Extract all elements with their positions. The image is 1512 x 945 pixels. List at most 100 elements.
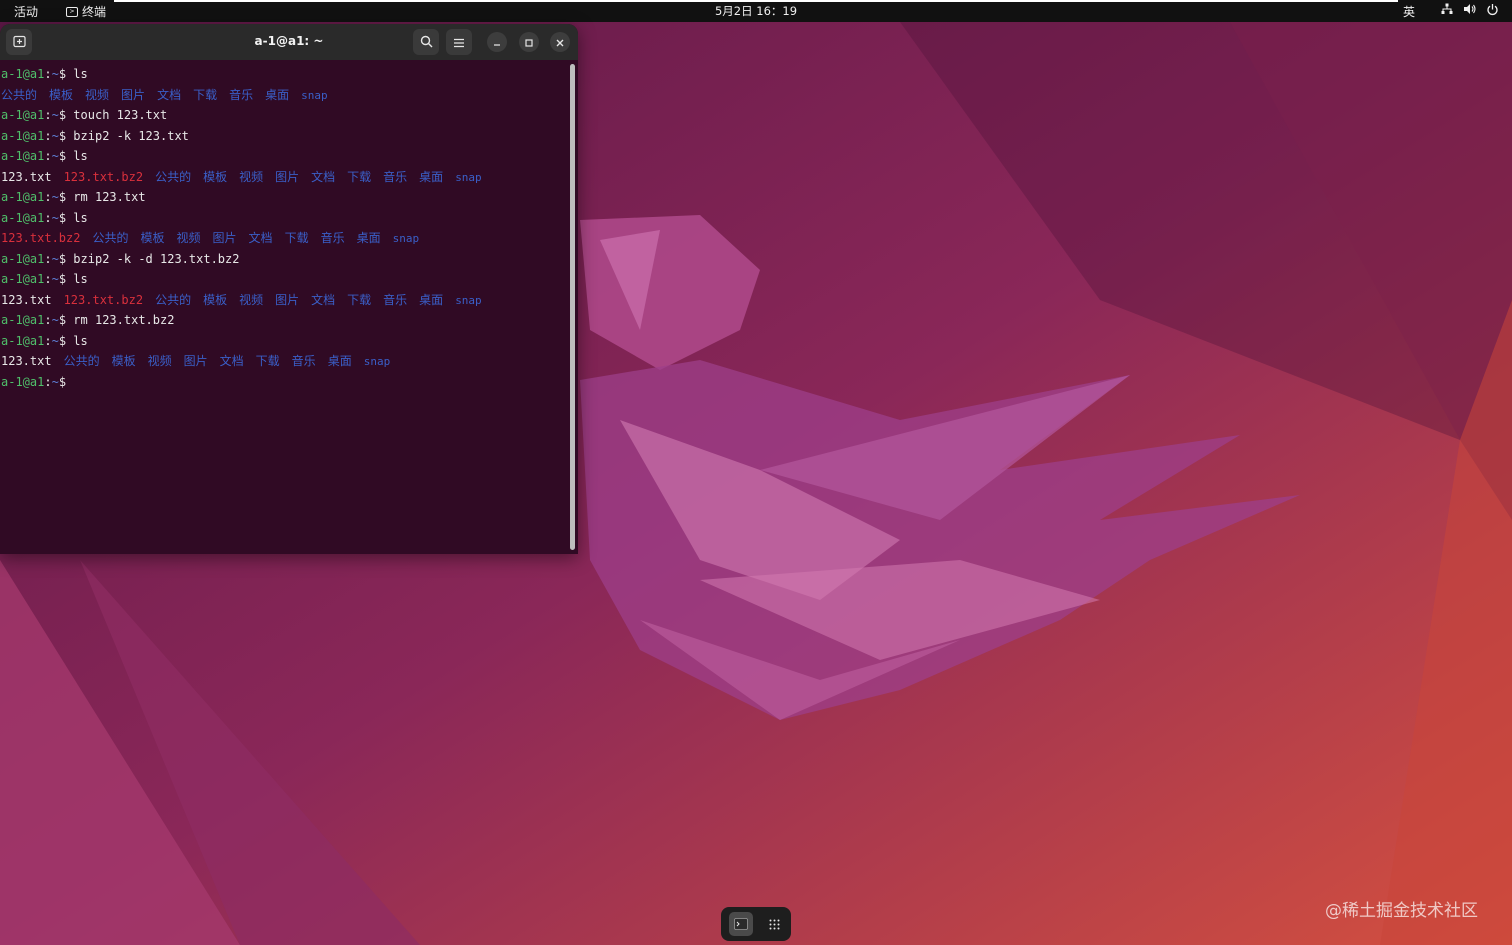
terminal-command-line: a-1@a1:~$ bzip2 -k -d 123.txt.bz2 (0, 249, 568, 270)
directory-entry: 桌面 (419, 169, 444, 184)
prompt-separator: : (44, 67, 52, 81)
directory-entry: 音乐 (383, 292, 408, 307)
terminal-command-line: a-1@a1:~$ ls (0, 64, 568, 85)
maximize-icon (524, 33, 534, 52)
terminal-window[interactable]: a-1@a1: ~ a-1@a1:~$ ls 公共的 模板 视频 图片 文档 下… (0, 24, 578, 554)
terminal-icon[interactable] (729, 912, 753, 936)
clock[interactable]: 5月2日 16：19 (0, 3, 1512, 19)
directory-entry: 视频 (85, 87, 110, 102)
directory-entry: 图片 (121, 87, 146, 102)
directory-entry: 图片 (275, 169, 300, 184)
prompt-separator: : (44, 272, 52, 286)
file-entry: 123.txt (1, 169, 52, 184)
directory-entry: 文档 (219, 354, 244, 368)
directory-entry: 公共的 (63, 354, 100, 368)
terminal-command-line: a-1@a1:~$ rm 123.txt.bz2 (0, 310, 568, 331)
ls-output-line: 123.txt 123.txt.bz2 公共的 模板 视频 图片 文档 下载 音乐 桌面 snap (0, 167, 568, 188)
prompt-directory: ~ (51, 210, 59, 225)
command-text: ls (73, 272, 88, 286)
directory-entry: snap (301, 88, 328, 102)
hamburger-menu-button[interactable] (446, 29, 472, 55)
ls-output-line: 123.txt 公共的 模板 视频 图片 文档 下载 音乐 桌面 snap (0, 351, 568, 372)
prompt-directory: ~ (51, 128, 59, 143)
prompt-separator: : (44, 108, 52, 122)
terminal-command-line: a-1@a1:~$ touch 123.txt (0, 105, 568, 126)
prompt-directory: ~ (51, 190, 59, 204)
command-text: touch 123.txt (73, 108, 168, 122)
directory-entry: 下载 (255, 354, 280, 368)
directory-entry: 文档 (157, 87, 182, 102)
prompt-symbol: $ (58, 333, 67, 348)
directory-entry: 下载 (347, 292, 372, 307)
power-icon[interactable] (1486, 3, 1499, 19)
directory-entry: 下载 (284, 231, 309, 245)
command-text: rm 123.txt (73, 190, 146, 204)
terminal-command-line: a-1@a1:~$ ls (0, 269, 568, 290)
top-bar-progress-line (114, 0, 1398, 2)
directory-entry: 桌面 (265, 87, 290, 102)
directory-entry: 文档 (311, 292, 336, 307)
desktop: 活动 > 终端 5月2日 16：19 英 a-1@a1: ~ a-1@a1:~$… (0, 0, 1512, 945)
prompt-directory: ~ (51, 333, 59, 348)
directory-entry: 模板 (203, 169, 228, 184)
ls-output-line: 123.txt 123.txt.bz2 公共的 模板 视频 图片 文档 下载 音乐 桌面 snap (0, 290, 568, 311)
prompt-user: a-1@a1 (1, 272, 45, 286)
prompt-directory: ~ (51, 272, 59, 286)
network-icon[interactable] (1441, 3, 1453, 18)
prompt-directory: ~ (51, 149, 59, 163)
directory-entry: 公共的 (155, 169, 192, 184)
prompt-directory: ~ (51, 251, 59, 266)
input-method-indicator[interactable]: 英 (1403, 3, 1415, 20)
volume-icon[interactable] (1463, 3, 1477, 18)
file-entry: 123.txt.bz2 (63, 292, 144, 307)
prompt-separator: : (44, 374, 52, 389)
minimize-button[interactable] (487, 32, 507, 52)
terminal-scrollbar[interactable] (570, 64, 575, 550)
directory-entry: 模板 (203, 292, 228, 307)
prompt-symbol: $ (58, 67, 67, 81)
prompt-symbol: $ (58, 128, 67, 143)
directory-entry: 视频 (176, 231, 201, 245)
prompt-user: a-1@a1 (1, 190, 45, 204)
directory-entry: 文档 (311, 169, 336, 184)
ls-output-line: 123.txt.bz2 公共的 模板 视频 图片 文档 下载 音乐 桌面 snap (0, 228, 568, 249)
prompt-symbol: $ (58, 190, 67, 204)
top-bar: 活动 > 终端 5月2日 16：19 英 (0, 0, 1512, 22)
directory-entry: 音乐 (291, 354, 316, 368)
directory-entry: 图片 (183, 354, 208, 368)
command-text: ls (73, 210, 88, 225)
prompt-directory: ~ (51, 313, 59, 327)
show-apps-icon[interactable] (762, 912, 786, 936)
prompt-user: a-1@a1 (1, 67, 45, 81)
directory-entry: snap (455, 170, 482, 184)
directory-entry: 公共的 (155, 292, 192, 307)
command-text: ls (73, 67, 88, 81)
directory-entry: 模板 (111, 354, 136, 368)
terminal-command-line: a-1@a1:~$ ls (0, 208, 568, 229)
directory-entry: snap (392, 232, 420, 245)
terminal-command-line: a-1@a1:~$ rm 123.txt (0, 187, 568, 208)
prompt-directory: ~ (51, 67, 59, 81)
file-entry: 123.txt.bz2 (1, 231, 81, 245)
maximize-button[interactable] (519, 32, 539, 52)
directory-entry: 图片 (275, 292, 300, 307)
watermark: @稀土掘金技术社区 (1325, 901, 1478, 921)
directory-entry: 图片 (212, 231, 237, 245)
terminal-header-bar[interactable]: a-1@a1: ~ (0, 24, 578, 60)
prompt-user: a-1@a1 (1, 333, 45, 348)
directory-entry: 公共的 (1, 87, 38, 102)
terminal-output[interactable]: a-1@a1:~$ ls 公共的 模板 视频 图片 文档 下载 音乐 桌面 snap a-1@a1:… (0, 64, 568, 554)
prompt-user: a-1@a1 (1, 149, 45, 163)
prompt-separator: : (44, 128, 52, 143)
close-button[interactable] (550, 32, 570, 52)
directory-entry: 桌面 (419, 292, 444, 307)
command-text: rm 123.txt.bz2 (73, 313, 175, 327)
prompt-directory: ~ (51, 374, 59, 389)
hamburger-menu-icon (453, 33, 465, 52)
minimize-icon (492, 33, 502, 52)
directory-entry: 桌面 (327, 354, 352, 368)
search-button[interactable] (413, 29, 439, 55)
prompt-separator: : (44, 210, 52, 225)
ls-output-line: 公共的 模板 视频 图片 文档 下载 音乐 桌面 snap (0, 85, 568, 106)
prompt-separator: : (44, 149, 52, 163)
